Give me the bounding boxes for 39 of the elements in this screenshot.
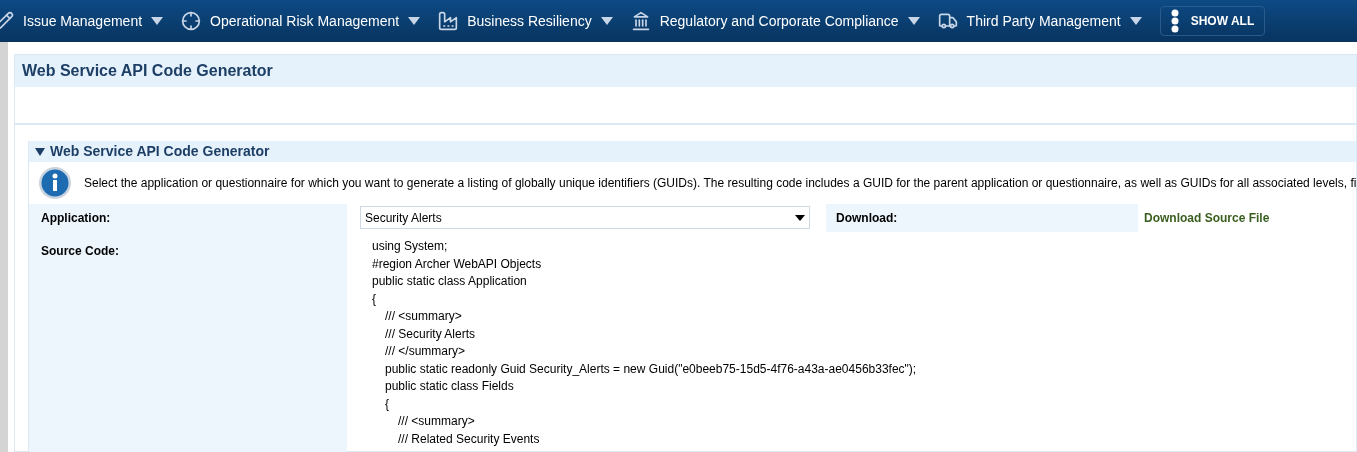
code-line: /// </summary>: [385, 343, 466, 360]
more-vertical-icon: [1170, 9, 1179, 33]
nav-menu-item[interactable]: Business Resiliency: [438, 0, 613, 42]
download-link[interactable]: Download Source File: [1144, 209, 1270, 227]
caret-icon: [1129, 17, 1142, 25]
code-line: {: [372, 290, 376, 308]
crosshair-icon: [181, 11, 202, 31]
section-header[interactable]: Web Service API Code Generator: [29, 141, 1356, 162]
nav-menu-item[interactable]: Third Party Management: [937, 0, 1142, 42]
caret-icon: [408, 17, 421, 25]
code-line: public static class Fields: [385, 378, 514, 395]
nav-menu-item[interactable]: Issue Management: [0, 0, 164, 42]
source-code-label: Source Code:: [41, 244, 119, 258]
factory-icon: [438, 11, 459, 31]
nav-menu-item[interactable]: Operational Risk Management: [181, 0, 421, 42]
code-line: public static class Application: [372, 273, 527, 290]
caret-icon: [907, 17, 920, 25]
code-line: {: [385, 395, 389, 413]
truck-icon: [937, 11, 958, 31]
code-line: /// <summary>: [398, 413, 475, 430]
code-line: /// Related Security Events: [398, 430, 540, 448]
nav-menu-item[interactable]: Regulatory and Corporate Compliance: [630, 0, 920, 42]
dropdown-arrow-icon: [795, 214, 805, 221]
code-line: /// <summary>: [385, 308, 462, 325]
code-line: /// Security Alerts: [385, 325, 476, 343]
show-all-button[interactable]: SHOW ALL: [1159, 6, 1266, 36]
pencil-icon: [0, 11, 14, 31]
info-icon: [38, 166, 72, 200]
info-text: Select the application or questionnaire for which you want to generate a listing of globally unique identifiers (GUIDs). The resulting code includes a GUID for the parent application or questionnaire, as well as GUIDs for all associated levels, fi: [84, 175, 1357, 192]
caret-icon: [600, 17, 613, 25]
page-title: Web Service API Code Generator: [22, 61, 273, 81]
code-line: using System;: [372, 238, 448, 255]
download-label: Download:: [836, 210, 898, 227]
code-line: public static readonly Guid Security_Alerts = new Guid("e0beeb75-15d5-4f76-a43a-ae0456b33fec");: [385, 360, 917, 378]
caret-icon: [151, 17, 164, 25]
bank-icon: [630, 11, 651, 31]
application-dropdown[interactable]: Security Alerts: [360, 206, 810, 229]
application-label: Application:: [41, 210, 111, 227]
code-line: #region Archer WebAPI Objects: [372, 255, 542, 273]
